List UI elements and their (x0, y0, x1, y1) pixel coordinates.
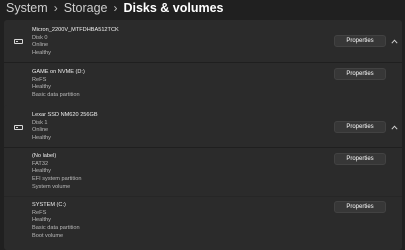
volume-health: Healthy (32, 84, 51, 91)
disk-status: Online (32, 127, 49, 134)
volume-filesystem: FAT32 (32, 160, 49, 167)
breadcrumb-storage[interactable]: Storage (64, 1, 108, 15)
page-title: Disks & volumes (123, 0, 224, 15)
volume-filesystem: ReFS (32, 209, 47, 216)
disk-number: Disk 1 (32, 119, 48, 126)
volume-name: SYSTEM (C:) (32, 202, 66, 208)
volume-partition-type: Basic data partition (32, 92, 80, 99)
disk-status: Online (32, 42, 49, 49)
disk-name: Lexar SSD NM620 256GB (32, 112, 98, 118)
disk-info: Lexar SSD NM620 256GB Disk 1 Online Heal… (32, 112, 98, 143)
volume-health: Healthy (32, 217, 51, 224)
volume-row[interactable]: (No label) FAT32 Healthy EFI system part… (4, 148, 402, 197)
breadcrumb-system[interactable]: System (6, 1, 48, 15)
volume-row[interactable]: SYSTEM (C:) ReFS Healthy Basic data part… (4, 197, 402, 250)
disk-properties-button[interactable]: Properties (334, 35, 386, 47)
chevron-up-icon[interactable] (390, 37, 398, 45)
volume-partition-type: EFI system partition (32, 176, 82, 183)
chevron-right-icon: › (53, 0, 58, 15)
volume-properties-button[interactable]: Properties (334, 153, 386, 165)
volume-info: (No label) FAT32 Healthy EFI system part… (32, 153, 81, 192)
volume-filesystem: ReFS (32, 76, 47, 83)
disk-card: Lexar SSD NM620 256GB Disk 1 Online Heal… (4, 105, 402, 250)
disk-properties-button[interactable]: Properties (334, 121, 386, 133)
chevron-up-icon[interactable] (390, 123, 398, 131)
breadcrumb: System › Storage › Disks & volumes (6, 0, 224, 15)
volume-role: System volume (32, 183, 71, 190)
volume-health: Healthy (32, 168, 51, 175)
drive-icon (14, 39, 23, 44)
volume-row[interactable]: GAME on NVME (D:) ReFS Healthy Basic dat… (4, 63, 402, 109)
volume-partition-type: Basic data partition (32, 225, 80, 232)
disk-card: Micron_2200V_MTFDHBA512TCK Disk 0 Online… (4, 20, 402, 109)
drive-icon (14, 125, 23, 130)
volume-info: SYSTEM (C:) ReFS Healthy Basic data part… (32, 202, 80, 241)
disk-name: Micron_2200V_MTFDHBA512TCK (32, 27, 119, 33)
volume-role: Boot volume (32, 232, 64, 239)
disk-health: Healthy (32, 50, 51, 57)
volume-properties-button[interactable]: Properties (334, 201, 386, 213)
disk-row[interactable]: Micron_2200V_MTFDHBA512TCK Disk 0 Online… (4, 20, 402, 63)
disk-health: Healthy (32, 135, 51, 142)
volume-info: GAME on NVME (D:) ReFS Healthy Basic dat… (32, 69, 85, 100)
disk-info: Micron_2200V_MTFDHBA512TCK Disk 0 Online… (32, 27, 119, 58)
volume-name: (No label) (32, 153, 57, 159)
volume-properties-button[interactable]: Properties (334, 68, 386, 80)
disk-number: Disk 0 (32, 34, 48, 41)
chevron-right-icon: › (113, 0, 118, 15)
disk-row[interactable]: Lexar SSD NM620 256GB Disk 1 Online Heal… (4, 105, 402, 148)
volume-name: GAME on NVME (D:) (32, 69, 85, 75)
